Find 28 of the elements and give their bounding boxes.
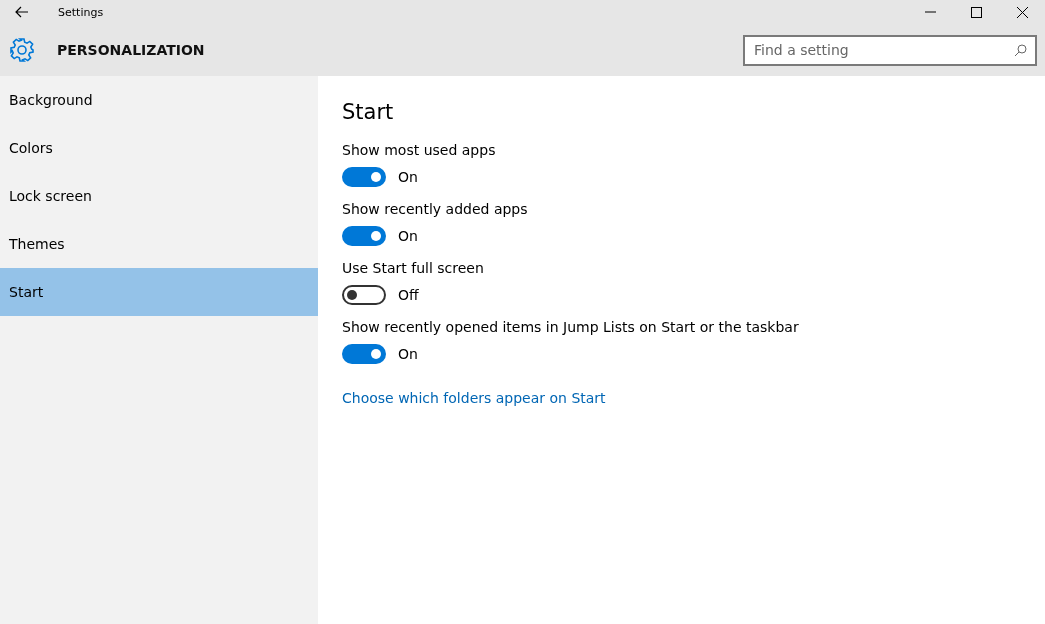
search-field[interactable]: Find a setting — [743, 34, 1037, 66]
search-icon — [1014, 43, 1027, 57]
toggle-switch[interactable] — [342, 285, 386, 305]
sidebar-item[interactable]: Colors — [0, 124, 318, 172]
minimize-icon — [924, 11, 936, 13]
toggle-state: On — [398, 169, 418, 185]
toggle-state: Off — [398, 287, 419, 303]
sidebar-item[interactable]: Lock screen — [0, 172, 318, 220]
toggle-state: On — [398, 346, 418, 362]
section-title: Start — [342, 100, 395, 124]
close-icon — [1016, 6, 1028, 18]
setting-label: Use Start full screen — [342, 260, 485, 276]
window-title: Settings — [58, 5, 104, 19]
setting-label: Show recently added apps — [342, 201, 529, 217]
maximize-icon — [970, 6, 982, 18]
folders-link[interactable]: Choose which folders appear on Start — [342, 390, 606, 406]
setting-label: Show most used apps — [342, 142, 497, 158]
toggle-switch[interactable] — [342, 167, 386, 187]
sidebar-item[interactable]: Background — [0, 76, 318, 124]
page-title: PERSONALIZATION — [57, 42, 205, 58]
settings-icon — [9, 37, 35, 63]
toggle-switch[interactable] — [342, 344, 386, 364]
toggle-switch[interactable] — [342, 226, 386, 246]
setting-label: Show recently opened items in Jump Lists on Start or the taskbar — [342, 319, 800, 335]
toggle-state: On — [398, 228, 418, 244]
back-arrow-icon — [15, 6, 29, 18]
sidebar-item[interactable]: Start — [0, 268, 318, 316]
sidebar-item[interactable]: Themes — [0, 220, 318, 268]
